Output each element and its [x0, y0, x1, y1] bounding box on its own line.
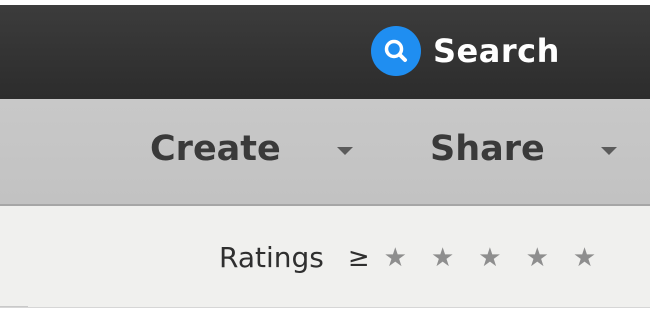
star-icon[interactable]: ★ [478, 245, 501, 271]
star-icon[interactable]: ★ [573, 245, 596, 271]
search-icon [371, 26, 421, 76]
toolbar: Create Share [0, 99, 650, 206]
search-label: Search [433, 32, 560, 70]
create-label: Create [150, 129, 281, 169]
filter-bar: Ratings ≥ ★ ★ ★ ★ ★ [0, 206, 650, 308]
search-button[interactable]: Search [371, 25, 560, 77]
create-menu-button[interactable]: Create [150, 129, 353, 169]
chevron-down-icon [600, 147, 617, 155]
star-rating-control[interactable]: ★ ★ ★ ★ ★ [384, 245, 597, 271]
comparator-symbol: ≥ [347, 242, 370, 273]
top-bar: Search [0, 5, 650, 99]
star-icon[interactable]: ★ [384, 245, 407, 271]
ratings-filter: Ratings ≥ ★ ★ ★ ★ ★ [219, 241, 596, 274]
star-icon[interactable]: ★ [526, 245, 549, 271]
chevron-down-icon [336, 147, 353, 155]
ratings-label: Ratings [219, 241, 324, 274]
star-icon[interactable]: ★ [431, 245, 454, 271]
share-menu-button[interactable]: Share [430, 129, 617, 169]
share-label: Share [430, 129, 545, 169]
